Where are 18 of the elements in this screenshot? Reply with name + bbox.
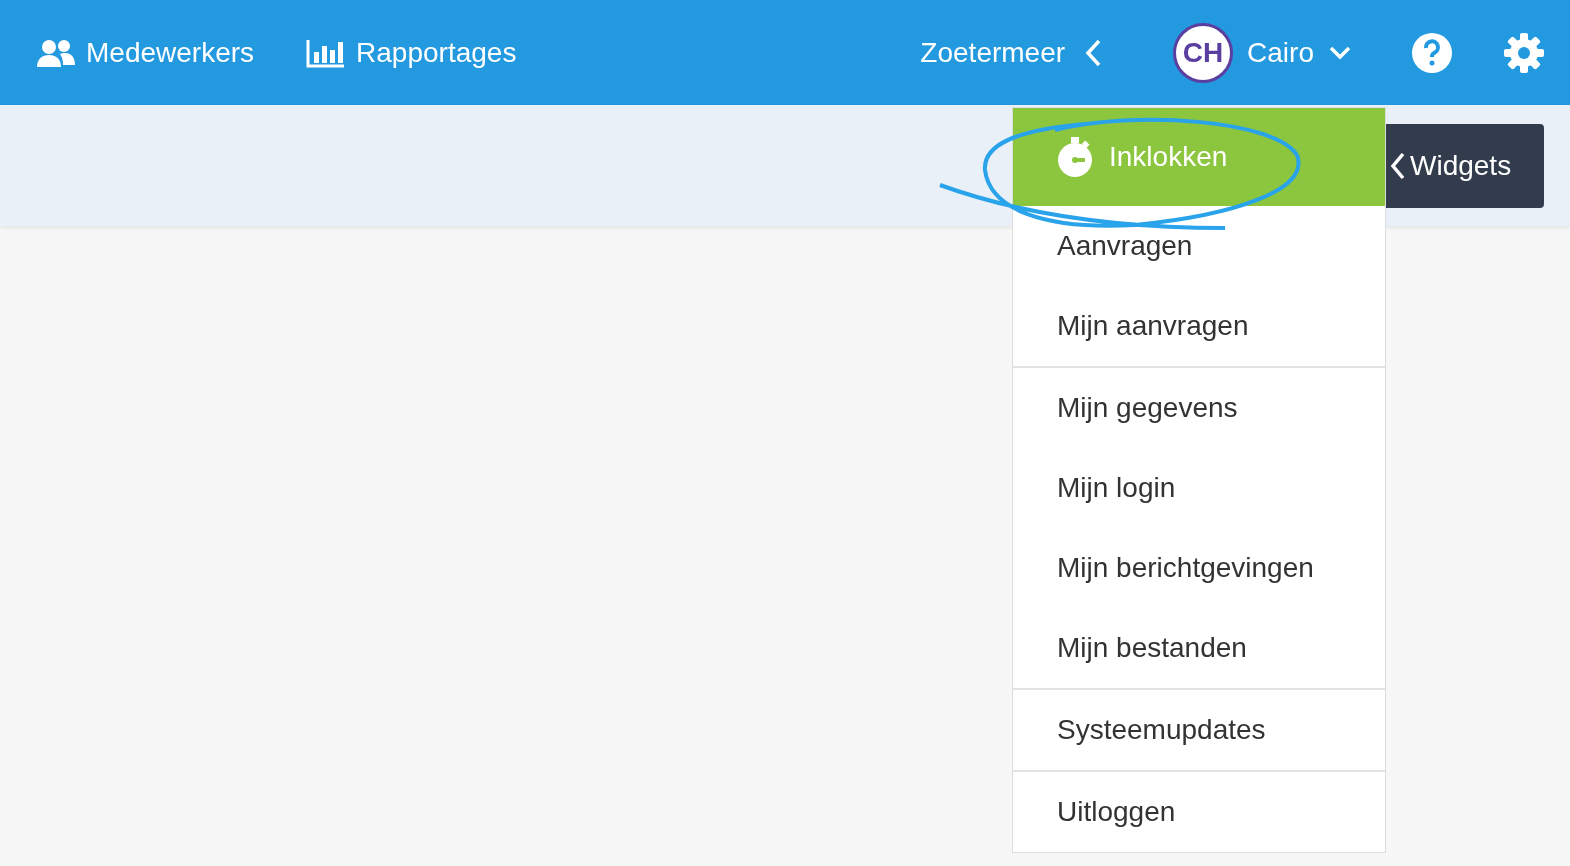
- chevron-left-icon: [1390, 151, 1406, 181]
- widgets-button[interactable]: Widgets: [1384, 124, 1544, 208]
- menu-item[interactable]: Mijn login: [1013, 448, 1385, 528]
- menu-item[interactable]: Aanvragen: [1013, 206, 1385, 286]
- menu-item[interactable]: Mijn gegevens: [1013, 368, 1385, 448]
- menu-item[interactable]: Mijn berichtgevingen: [1013, 528, 1385, 608]
- stopwatch-icon: [1057, 137, 1093, 177]
- settings-icon[interactable]: [1504, 32, 1544, 73]
- menu-item[interactable]: Systeemupdates: [1013, 690, 1385, 772]
- people-icon: [36, 38, 76, 67]
- user-avatar: CH: [1173, 22, 1234, 83]
- user-menu[interactable]: CH Cairo: [1173, 22, 1352, 83]
- bar-chart-icon: [306, 37, 347, 68]
- menu-item[interactable]: Mijn aanvragen: [1013, 286, 1385, 368]
- help-icon[interactable]: [1412, 32, 1452, 73]
- chevron-down-icon: [1328, 44, 1352, 61]
- menu-item[interactable]: Mijn bestanden: [1013, 608, 1385, 690]
- menu-item[interactable]: Uitloggen: [1013, 772, 1385, 852]
